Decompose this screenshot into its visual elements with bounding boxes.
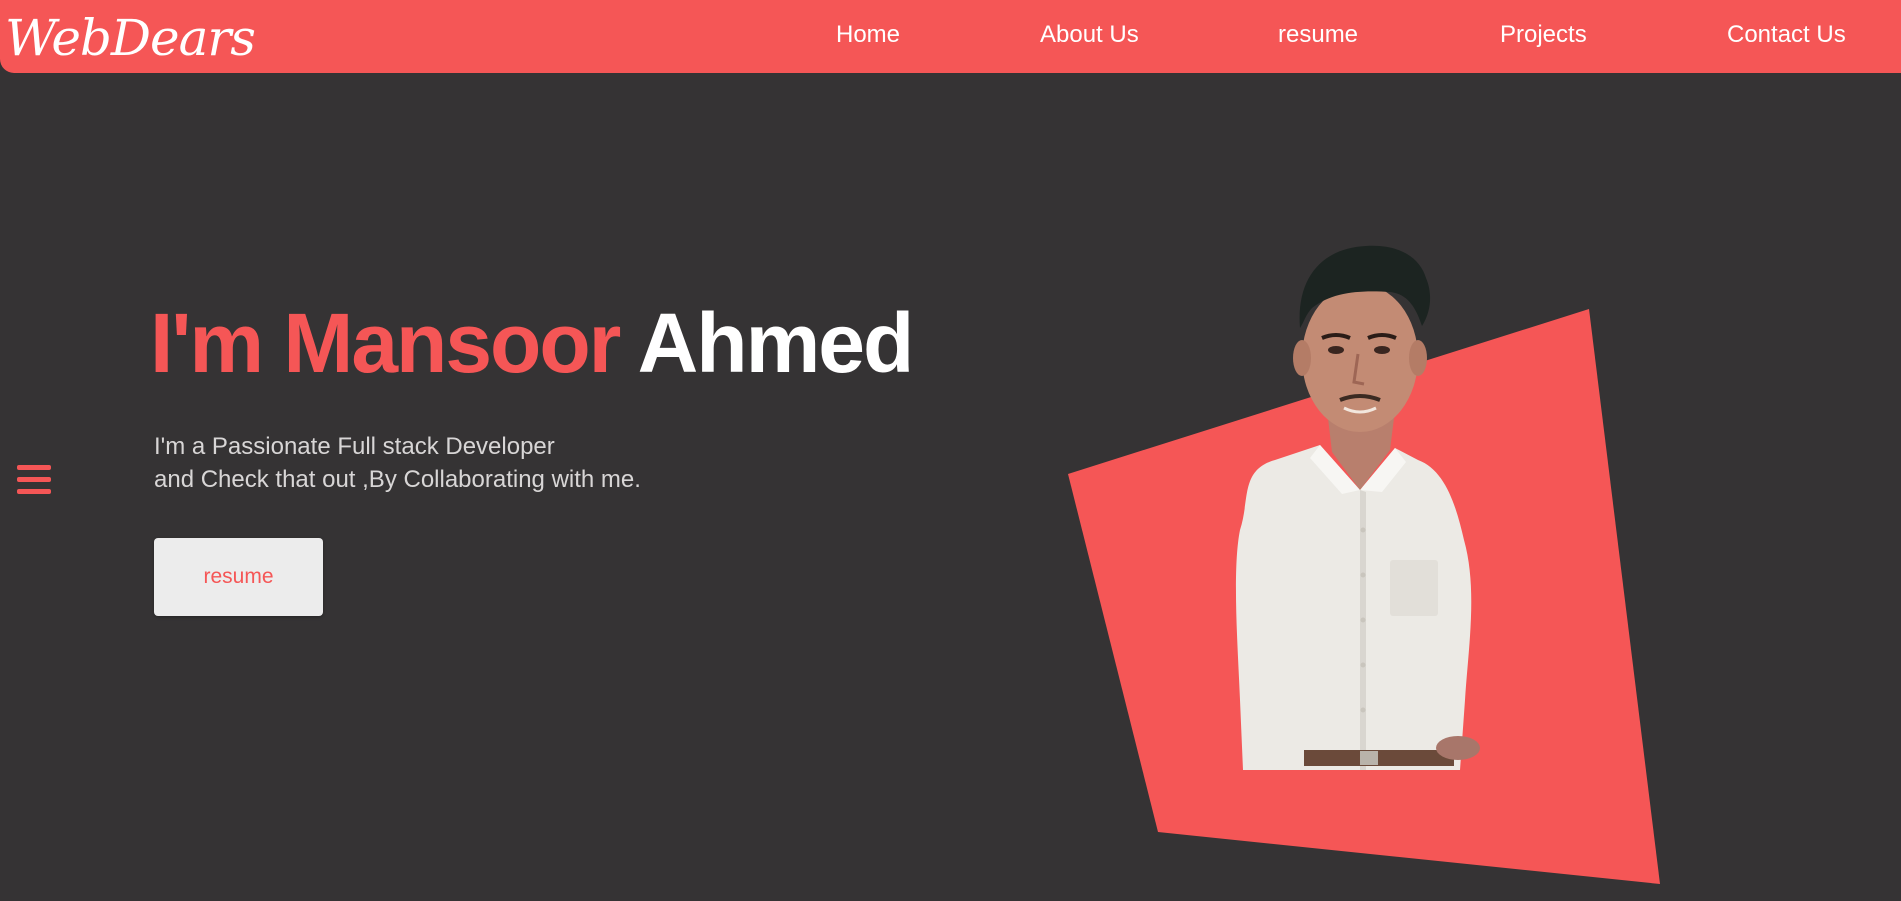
hero-title-accent: I'm Mansoor (150, 296, 621, 390)
nav-home-link[interactable]: Home (836, 18, 900, 52)
resume-button[interactable]: resume (154, 538, 323, 616)
hero-title-main: Ahmed (637, 296, 915, 390)
profile-photo (1235, 245, 1480, 770)
site-logo[interactable]: WebDears (5, 6, 256, 70)
nav-about-link[interactable]: About Us (1040, 18, 1139, 52)
menu-bar-middle (17, 477, 51, 482)
hero-description-line-2: and Check that out ,By Collaborating wit… (154, 466, 641, 493)
hamburger-menu-icon[interactable] (17, 465, 51, 497)
top-navbar: WebDears Home About Us resume Projects C… (0, 0, 1901, 73)
nav-resume-link[interactable]: resume (1278, 18, 1358, 52)
hero-description: I'm a Passionate Full stack Developer an… (154, 430, 641, 496)
nav-projects-link[interactable]: Projects (1500, 18, 1587, 52)
hero-title: I'm Mansoor Ahmed (150, 295, 915, 391)
menu-bar-bottom (17, 489, 51, 494)
menu-bar-top (17, 465, 51, 470)
portrait-graphic (1068, 245, 1660, 884)
nav-contact-link[interactable]: Contact Us (1727, 18, 1846, 52)
hero-description-line-1: I'm a Passionate Full stack Developer (154, 433, 555, 460)
portrait-area (1060, 230, 1680, 901)
